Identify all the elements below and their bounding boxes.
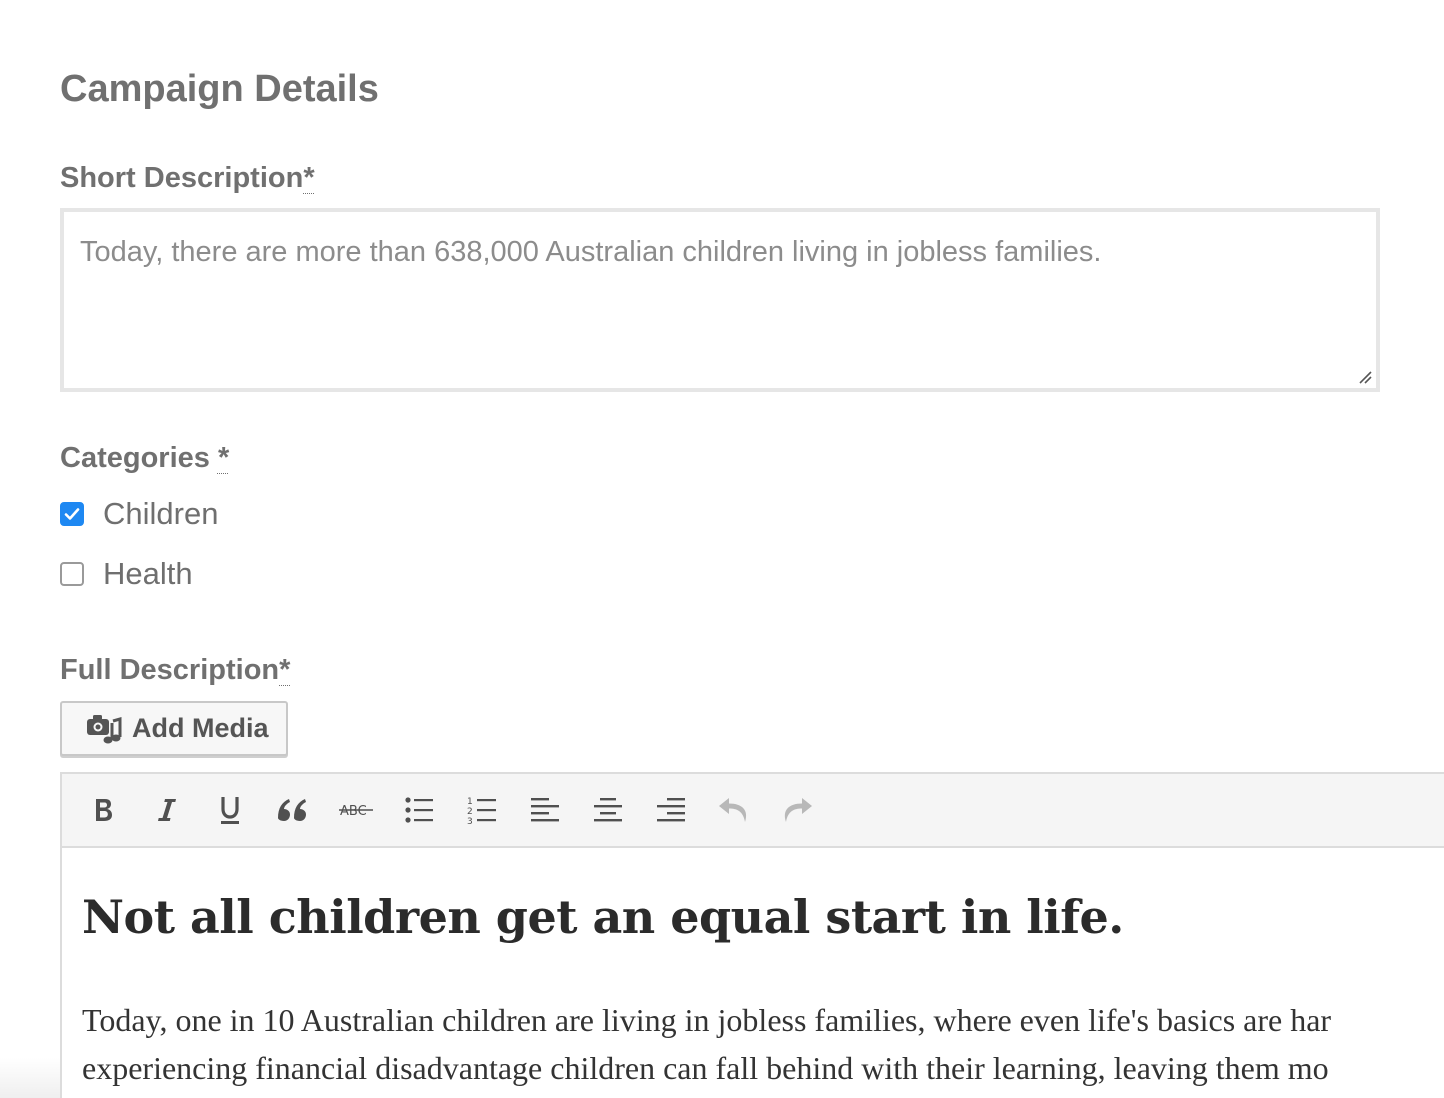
category-children[interactable]: Children: [60, 496, 218, 532]
italic-icon[interactable]: [147, 790, 187, 830]
paragraph-line: Today, one in 10 Australian children are…: [82, 1002, 1332, 1038]
full-description-label-text: Full Description: [60, 654, 280, 686]
rich-text-editor[interactable]: ABC 123 Not all children get an equal st…: [60, 772, 1444, 1098]
resize-handle-icon[interactable]: [1358, 370, 1372, 384]
redo-icon[interactable]: [777, 790, 817, 830]
undo-icon[interactable]: [714, 790, 754, 830]
blockquote-icon[interactable]: [273, 790, 313, 830]
category-health[interactable]: Health: [60, 556, 193, 592]
bottom-left-shadow: [0, 1058, 60, 1098]
short-description-textarea[interactable]: Today, there are more than 638,000 Austr…: [60, 208, 1380, 392]
checkbox-children[interactable]: [60, 502, 84, 526]
numbered-list-icon[interactable]: 123: [462, 790, 502, 830]
required-mark: *: [279, 654, 291, 686]
content-heading: Not all children get an equal start in l…: [82, 890, 1124, 944]
svg-text:3: 3: [467, 817, 473, 825]
paragraph-line: experiencing financial disadvantage chil…: [82, 1050, 1329, 1086]
page: Campaign Details Short Description* Toda…: [0, 0, 1444, 1098]
editor-toolbar: ABC 123: [62, 774, 1444, 848]
checkmark-icon: [64, 508, 80, 520]
editor-content[interactable]: Not all children get an equal start in l…: [62, 848, 1444, 1092]
content-paragraph: Today, one in 10 Australian children are…: [82, 996, 1438, 1092]
required-mark: *: [303, 162, 315, 194]
svg-text:1: 1: [467, 797, 473, 807]
add-media-label: Add Media: [132, 713, 269, 743]
align-center-icon[interactable]: [588, 790, 628, 830]
align-left-icon[interactable]: [525, 790, 565, 830]
category-label: Children: [103, 496, 219, 531]
categories-label: Categories *: [60, 442, 229, 475]
full-description-label: Full Description*: [60, 654, 290, 687]
media-icon: [87, 714, 122, 743]
short-description-label: Short Description*: [60, 162, 315, 195]
short-description-placeholder: Today, there are more than 638,000 Austr…: [80, 236, 1102, 268]
strikethrough-icon[interactable]: ABC: [336, 790, 376, 830]
svg-text:2: 2: [467, 807, 473, 817]
add-media-button[interactable]: Add Media: [60, 701, 288, 756]
categories-label-text: Categories: [60, 442, 218, 474]
category-label: Health: [103, 556, 193, 591]
short-description-label-text: Short Description: [60, 162, 304, 194]
bullet-list-icon[interactable]: [399, 790, 439, 830]
section-title: Campaign Details: [60, 68, 379, 110]
checkbox-health[interactable]: [60, 562, 84, 586]
required-mark: *: [217, 442, 230, 474]
bold-icon[interactable]: [84, 790, 124, 830]
svg-text:ABC: ABC: [340, 804, 367, 819]
underline-icon[interactable]: [210, 790, 250, 830]
align-right-icon[interactable]: [651, 790, 691, 830]
